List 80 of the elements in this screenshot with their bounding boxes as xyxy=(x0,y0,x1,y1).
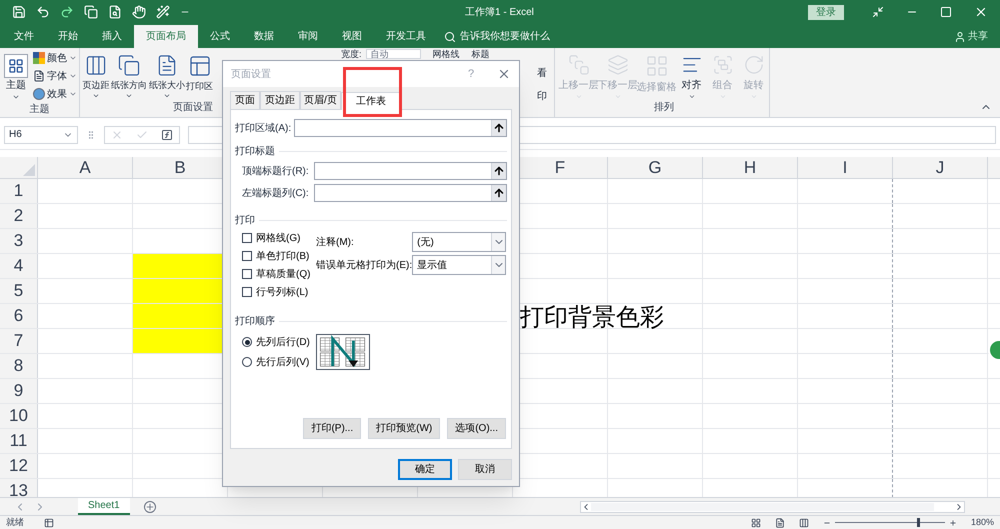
gridlines-heading: 网格线 xyxy=(432,49,460,59)
name-box[interactable]: H6 xyxy=(4,126,78,144)
section-heading: 打印标题 xyxy=(235,144,275,159)
row-header[interactable]: 2 xyxy=(0,204,38,228)
panel-button[interactable]: 选项(O)... xyxy=(447,418,506,439)
row-header[interactable]: 12 xyxy=(0,454,38,478)
section-heading: 打印顺序 xyxy=(235,314,275,329)
share-button[interactable]: 共享 xyxy=(954,25,988,48)
row-header[interactable]: 6 xyxy=(0,304,38,328)
headings-heading: 标题 xyxy=(472,49,490,59)
ribbon-small-button[interactable]: 颜色 xyxy=(33,50,77,66)
dropdown[interactable]: (无) xyxy=(412,232,506,252)
panel-button[interactable]: 打印(P)... xyxy=(303,418,362,439)
row-header[interactable]: 3 xyxy=(0,229,38,253)
tell-me-search[interactable]: 告诉我你想要做什么 xyxy=(444,25,550,48)
dropdown[interactable]: 显示值 xyxy=(412,255,506,275)
width-dropdown[interactable]: 自动 xyxy=(366,49,421,59)
checkbox-option[interactable]: 草稿质量(Q) xyxy=(242,267,314,281)
row-header[interactable]: 13 xyxy=(0,479,38,497)
sign-in-button[interactable]: 登录 xyxy=(808,4,844,20)
cancel-button[interactable]: 取消 xyxy=(458,459,512,480)
checkbox-option[interactable]: 网格线(G) xyxy=(242,231,314,245)
ribbon-small-button[interactable]: 字体 xyxy=(33,68,77,84)
radio-option[interactable]: 先行后列(V) xyxy=(242,355,308,369)
ribbon-tab[interactable]: 开发工具 xyxy=(374,25,438,48)
row-header[interactable]: 5 xyxy=(0,279,38,303)
ribbon-tab[interactable]: 审阅 xyxy=(286,25,330,48)
radio-option[interactable]: 先列后行(D) xyxy=(242,335,308,349)
row-header[interactable]: 1 xyxy=(0,179,38,203)
checkbox-option[interactable]: 行号列标(L) xyxy=(242,285,314,299)
section-heading: 打印 xyxy=(235,214,255,228)
ok-button[interactable]: 确定 xyxy=(398,459,452,480)
ribbon-tab[interactable]: 开始 xyxy=(46,25,90,48)
column-header[interactable]: J xyxy=(893,157,988,178)
ribbon-tab[interactable]: 数据 xyxy=(242,25,286,48)
dialog-tab[interactable]: 页面 xyxy=(230,91,260,109)
column-header[interactable]: A xyxy=(38,157,133,178)
row-header[interactable]: 7 xyxy=(0,329,38,353)
dialog-tab[interactable]: 页眉/页 xyxy=(300,91,341,109)
ribbon-button[interactable]: 打印区 xyxy=(186,50,213,100)
dialog-tab[interactable]: 页边距 xyxy=(260,91,300,109)
ribbon-button[interactable]: 纸张大小 xyxy=(148,50,186,100)
field-label: 打印区域(A): xyxy=(235,122,290,136)
column-header[interactable]: G xyxy=(608,157,703,178)
row-header[interactable]: 10 xyxy=(0,404,38,428)
ribbon-tab[interactable]: 视图 xyxy=(330,25,374,48)
panel-button[interactable]: 打印预览(W) xyxy=(368,418,440,439)
scale-width-label: 宽度: xyxy=(341,49,362,59)
group-label: 页面设置 xyxy=(172,100,214,115)
group-label: 主题 xyxy=(28,102,50,117)
ribbon-tab[interactable]: 插入 xyxy=(90,25,134,48)
ribbon-tab[interactable]: 页面布局 xyxy=(134,25,198,48)
row-header[interactable]: 8 xyxy=(0,354,38,378)
ribbon-tab[interactable]: 文件 xyxy=(2,25,46,48)
ribbon-button[interactable]: 页边距 xyxy=(82,50,110,100)
view-checkbox-label: 看 xyxy=(537,66,548,81)
field-label: 顶端标题行(R): xyxy=(242,164,310,178)
zoom-level[interactable]: 180% xyxy=(970,516,994,529)
print-checkbox-label: 印 xyxy=(537,90,548,104)
ribbon-tab[interactable]: 公式 xyxy=(198,25,242,48)
dialog-title: 页面设置 xyxy=(231,68,272,82)
select-label: 注释(M): xyxy=(316,236,355,250)
checkbox-option[interactable]: 单色打印(B) xyxy=(242,249,314,263)
cell-text: 打印背景色彩 xyxy=(520,303,664,333)
field-label: 左端标题列(C): xyxy=(242,186,310,200)
status-text: 就绪 xyxy=(6,516,24,529)
select-label: 错误单元格打印为(E): xyxy=(316,258,412,272)
column-header[interactable]: H xyxy=(703,157,798,178)
row-header[interactable]: 4 xyxy=(0,254,38,278)
row-header[interactable]: 11 xyxy=(0,429,38,453)
column-header[interactable]: I xyxy=(798,157,893,178)
ribbon-button[interactable]: 纸张方向 xyxy=(110,50,148,100)
ribbon-button[interactable]: 主题 xyxy=(2,50,30,102)
ribbon-small-button[interactable]: 效果 xyxy=(33,86,77,102)
dialog-tab[interactable]: 工作表 xyxy=(340,92,401,110)
ribbon-button[interactable]: 对齐 xyxy=(676,50,707,100)
sheet-tab[interactable]: Sheet1 xyxy=(78,498,130,515)
row-header[interactable]: 9 xyxy=(0,379,38,403)
group-label: 排列 xyxy=(653,100,675,115)
window-title: 工作簿1 - Excel xyxy=(465,6,534,20)
